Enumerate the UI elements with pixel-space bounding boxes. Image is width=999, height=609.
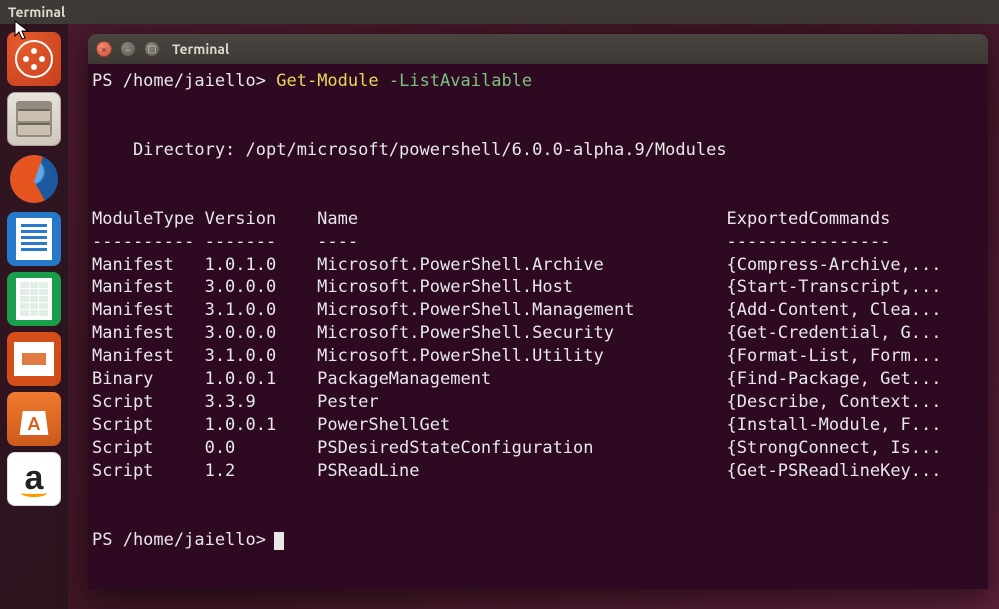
maximize-icon[interactable]: ▢: [144, 41, 160, 57]
terminal-titlebar[interactable]: × − ▢ Terminal: [88, 34, 988, 64]
impress-icon[interactable]: [7, 332, 61, 386]
table-row: Binary 1.0.0.1 PackageManagement {Find-P…: [92, 368, 984, 391]
terminal-cursor-icon: [274, 532, 284, 550]
table-row: Script 3.3.9 Pester {Describe, Context..…: [92, 391, 984, 414]
firefox-icon[interactable]: [7, 152, 61, 206]
table-row: Script 1.0.0.1 PowerShellGet {Install-Mo…: [92, 414, 984, 437]
dash-icon[interactable]: [7, 32, 61, 86]
close-icon[interactable]: ×: [96, 41, 112, 57]
table-divider: ---------- ------- ---- ----------------: [92, 231, 984, 254]
files-icon[interactable]: [7, 92, 61, 146]
terminal-window: × − ▢ Terminal PS /home/jaiello> Get-Mod…: [88, 34, 988, 589]
table-row: Manifest 3.1.0.0 Microsoft.PowerShell.Ut…: [92, 345, 984, 368]
amazon-icon[interactable]: a: [7, 452, 61, 506]
table-row: Script 0.0 PSDesiredStateConfiguration {…: [92, 437, 984, 460]
table-row: Manifest 3.0.0.0 Microsoft.PowerShell.Ho…: [92, 276, 984, 299]
ps-prompt: PS /home/jaiello>: [92, 530, 266, 550]
unity-launcher: A a: [0, 24, 68, 609]
writer-icon[interactable]: [7, 212, 61, 266]
table-header: ModuleType Version Name ExportedCommands: [92, 208, 984, 231]
calc-icon[interactable]: [7, 272, 61, 326]
table-row: Manifest 3.0.0.0 Microsoft.PowerShell.Se…: [92, 322, 984, 345]
window-title: Terminal: [172, 41, 229, 57]
directory-line: Directory: /opt/microsoft/powershell/6.0…: [92, 139, 984, 162]
table-row: Manifest 3.1.0.0 Microsoft.PowerShell.Ma…: [92, 299, 984, 322]
table-row: Manifest 1.0.1.0 Microsoft.PowerShell.Ar…: [92, 254, 984, 277]
global-menubar[interactable]: Terminal: [0, 0, 999, 24]
ps-parameter: -ListAvailable: [389, 71, 532, 91]
table-row: Script 1.2 PSReadLine {Get-PSReadlineKey…: [92, 460, 984, 483]
menubar-appname: Terminal: [8, 4, 65, 20]
terminal-output[interactable]: PS /home/jaiello> Get-Module -ListAvaila…: [88, 64, 988, 558]
software-icon[interactable]: A: [7, 392, 61, 446]
minimize-icon[interactable]: −: [120, 41, 136, 57]
ps-prompt: PS /home/jaiello>: [92, 71, 266, 91]
ps-command: Get-Module: [276, 71, 378, 91]
